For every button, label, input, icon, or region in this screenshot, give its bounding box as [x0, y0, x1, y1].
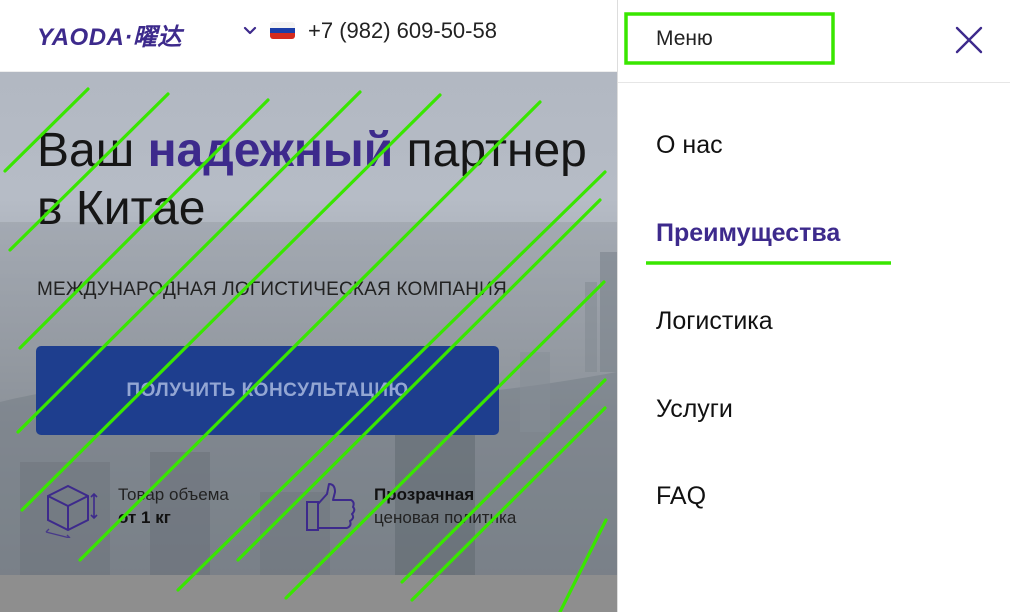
hero-title-accent: надежный — [147, 124, 394, 177]
close-icon[interactable] — [953, 24, 985, 56]
hero-title-part1: Ваш — [37, 124, 148, 177]
feature-volume-line1: Товар объема — [118, 485, 229, 504]
feature-pricing-line1: Прозрачная — [374, 485, 475, 504]
feature-volume: Товар объема от 1 кг — [118, 483, 229, 529]
menu-item-logistics[interactable]: Логистика — [656, 307, 773, 336]
menu-panel: Меню О нас Преимущества Логистика Услуги… — [617, 0, 1010, 612]
box-icon — [45, 484, 98, 538]
site-header: YAODA·曜达 +7 (982) 609-50-58 — [0, 0, 617, 72]
hero-section: Ваш надежный партнер в Китае МЕЖДУНАРОДН… — [0, 72, 617, 575]
menu-item-advantages[interactable]: Преимущества — [656, 219, 840, 248]
menu-item-about[interactable]: О нас — [656, 131, 723, 160]
menu-item-faq[interactable]: FAQ — [656, 482, 706, 511]
flag-icon[interactable] — [270, 22, 295, 39]
menu-title: Меню — [656, 27, 713, 50]
menu-item-services[interactable]: Услуги — [656, 395, 733, 424]
feature-pricing-line2: ценовая политика — [374, 508, 517, 527]
get-consultation-button[interactable]: ПОЛУЧИТЬ КОНСУЛЬТАЦИЮ — [36, 346, 499, 435]
logo[interactable]: YAODA·曜达 — [37, 17, 182, 52]
feature-pricing: Прозрачная ценовая политика — [374, 483, 516, 529]
bottom-band — [0, 575, 617, 612]
chevron-down-icon[interactable] — [242, 23, 258, 39]
hero-title: Ваш надежный партнер в Китае — [37, 122, 587, 238]
thumbs-up-icon — [306, 483, 356, 531]
feature-volume-line2: от 1 кг — [118, 508, 171, 527]
hero-subtitle: МЕЖДУНАРОДНАЯ ЛОГИСТИЧЕСКАЯ КОМПАНИЯ — [37, 279, 507, 300]
hero-title-part2: партнер — [393, 124, 587, 177]
hero-title-line2: в Китае — [37, 182, 206, 235]
phone-link[interactable]: +7 (982) 609-50-58 — [308, 18, 497, 44]
menu-header: Меню — [618, 0, 1010, 83]
